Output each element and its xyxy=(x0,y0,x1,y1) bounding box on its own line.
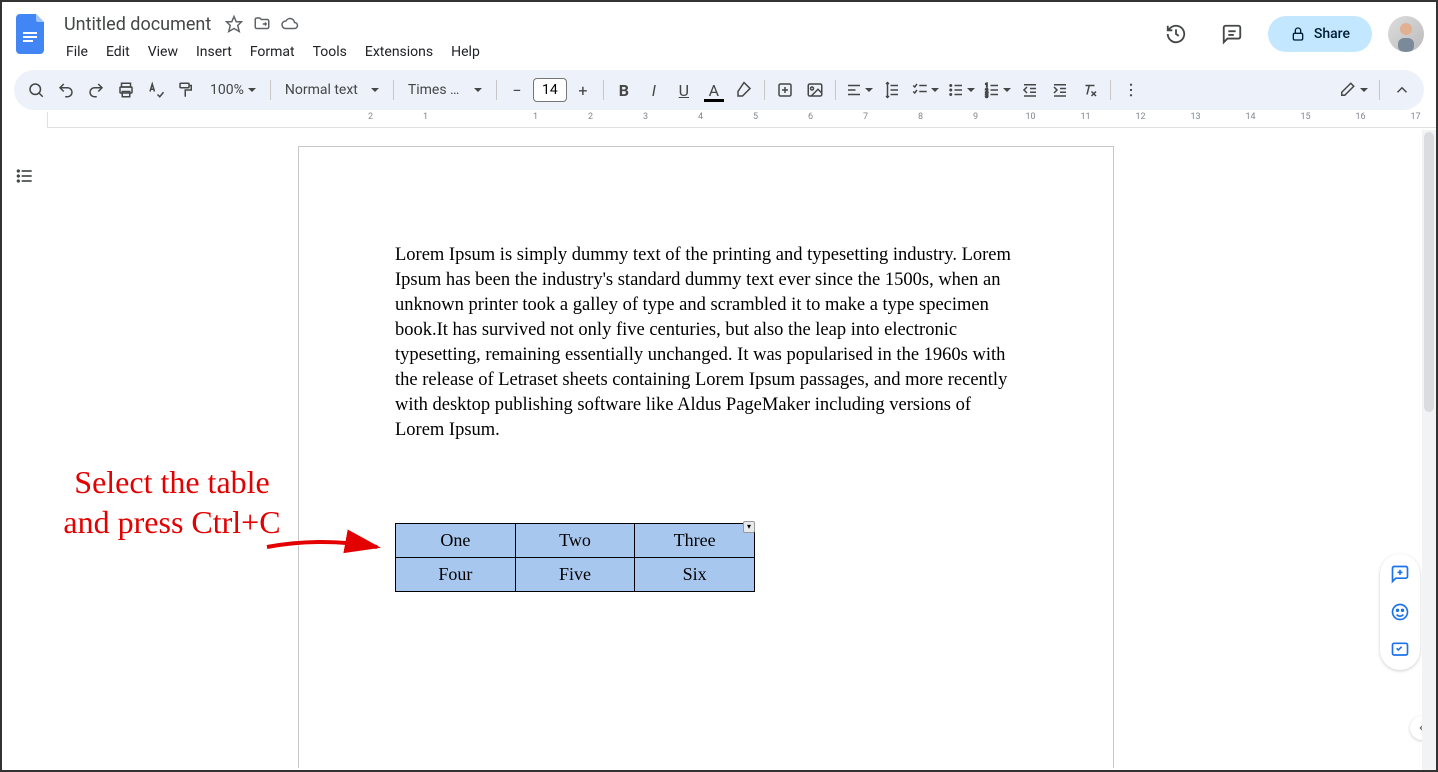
suggest-icon[interactable] xyxy=(1386,636,1414,664)
table-cell[interactable]: Four xyxy=(396,557,516,591)
underline-icon[interactable]: U xyxy=(670,76,698,104)
text-color-icon[interactable]: A xyxy=(700,76,728,104)
spellcheck-icon[interactable] xyxy=(142,76,170,104)
decrease-font-icon[interactable]: − xyxy=(503,76,531,104)
menu-tools[interactable]: Tools xyxy=(305,40,355,64)
emoji-icon[interactable] xyxy=(1386,598,1414,626)
align-icon[interactable] xyxy=(842,76,876,104)
zoom-dropdown[interactable]: 100% xyxy=(202,76,264,104)
cloud-icon[interactable] xyxy=(281,15,299,33)
toolbar: 100% Normal text Times … − 14 + B I U A … xyxy=(14,70,1424,110)
share-label: Share xyxy=(1314,26,1350,42)
share-button[interactable]: Share xyxy=(1268,16,1372,52)
horizontal-ruler[interactable]: 2 1 1 2 3 4 5 6 7 8 9 10 11 12 13 14 15 … xyxy=(48,112,1436,128)
bold-icon[interactable]: B xyxy=(610,76,638,104)
menu-edit[interactable]: Edit xyxy=(98,40,138,64)
svg-text:3: 3 xyxy=(985,94,988,100)
decrease-indent-icon[interactable] xyxy=(1016,76,1044,104)
avatar[interactable] xyxy=(1388,16,1424,52)
annotation-text: Select the table and press Ctrl+C xyxy=(62,462,282,542)
paint-format-icon[interactable] xyxy=(172,76,200,104)
app-bar: Untitled document File Edit View Insert … xyxy=(2,2,1436,66)
table-cell[interactable]: Five xyxy=(515,557,635,591)
body-paragraph[interactable]: Lorem Ipsum is simply dummy text of the … xyxy=(395,243,1017,443)
comment-icon[interactable] xyxy=(1212,14,1252,54)
right-actions: Share xyxy=(1156,10,1424,54)
increase-font-icon[interactable]: + xyxy=(569,76,597,104)
page[interactable]: Lorem Ipsum is simply dummy text of the … xyxy=(298,146,1114,768)
chevron-down-icon xyxy=(371,88,379,92)
table-cell[interactable]: Two xyxy=(515,523,635,557)
scrollbar-thumb[interactable] xyxy=(1424,132,1434,412)
print-icon[interactable] xyxy=(112,76,140,104)
insert-image-icon[interactable] xyxy=(801,76,829,104)
table-row: One Two Three xyxy=(396,523,755,557)
side-panel xyxy=(1380,554,1420,670)
bulleted-list-icon[interactable] xyxy=(944,76,978,104)
more-icon[interactable] xyxy=(1117,76,1145,104)
insert-link-icon[interactable] xyxy=(771,76,799,104)
collapse-icon[interactable] xyxy=(1388,76,1416,104)
numbered-list-icon[interactable]: 123 xyxy=(980,76,1014,104)
content-area: Lorem Ipsum is simply dummy text of the … xyxy=(2,128,1436,768)
highlight-icon[interactable] xyxy=(730,76,758,104)
search-icon[interactable] xyxy=(22,76,50,104)
clear-format-icon[interactable] xyxy=(1076,76,1104,104)
page-canvas[interactable]: Lorem Ipsum is simply dummy text of the … xyxy=(48,128,1436,768)
menu-insert[interactable]: Insert xyxy=(188,40,240,64)
outline-icon[interactable] xyxy=(15,166,35,768)
table-row: Four Five Six xyxy=(396,557,755,591)
docs-logo[interactable] xyxy=(14,10,50,58)
table-cell[interactable]: One xyxy=(396,523,516,557)
table-cell[interactable]: Three xyxy=(635,523,755,557)
chevron-down-icon xyxy=(248,88,256,92)
line-spacing-icon[interactable] xyxy=(878,76,906,104)
chevron-down-icon xyxy=(474,88,482,92)
table-handle-icon[interactable]: ▾ xyxy=(743,521,755,533)
increase-indent-icon[interactable] xyxy=(1046,76,1074,104)
star-icon[interactable] xyxy=(225,15,243,33)
menu-help[interactable]: Help xyxy=(443,40,488,64)
add-comment-icon[interactable] xyxy=(1386,560,1414,588)
style-dropdown[interactable]: Normal text xyxy=(277,76,387,104)
scrollbar[interactable] xyxy=(1422,130,1436,770)
font-size-input[interactable]: 14 xyxy=(533,78,567,102)
menu-view[interactable]: View xyxy=(140,40,186,64)
history-icon[interactable] xyxy=(1156,14,1196,54)
title-area: Untitled document File Edit View Insert … xyxy=(58,10,1156,66)
move-icon[interactable] xyxy=(253,15,271,33)
undo-icon[interactable] xyxy=(52,76,80,104)
ruler: 2 1 1 2 3 4 5 6 7 8 9 10 11 12 13 14 15 … xyxy=(2,112,1436,128)
editing-mode-icon[interactable] xyxy=(1335,76,1371,104)
document-table[interactable]: One Two Three Four Five Six xyxy=(395,523,755,592)
table-cell[interactable]: Six xyxy=(635,557,755,591)
font-dropdown[interactable]: Times … xyxy=(400,76,490,104)
redo-icon[interactable] xyxy=(82,76,110,104)
checklist-icon[interactable] xyxy=(908,76,942,104)
document-title[interactable]: Untitled document xyxy=(58,12,217,37)
menu-bar: File Edit View Insert Format Tools Exten… xyxy=(58,38,1156,66)
menu-file[interactable]: File xyxy=(58,40,96,64)
menu-extensions[interactable]: Extensions xyxy=(357,40,441,64)
menu-format[interactable]: Format xyxy=(242,40,303,64)
italic-icon[interactable]: I xyxy=(640,76,668,104)
